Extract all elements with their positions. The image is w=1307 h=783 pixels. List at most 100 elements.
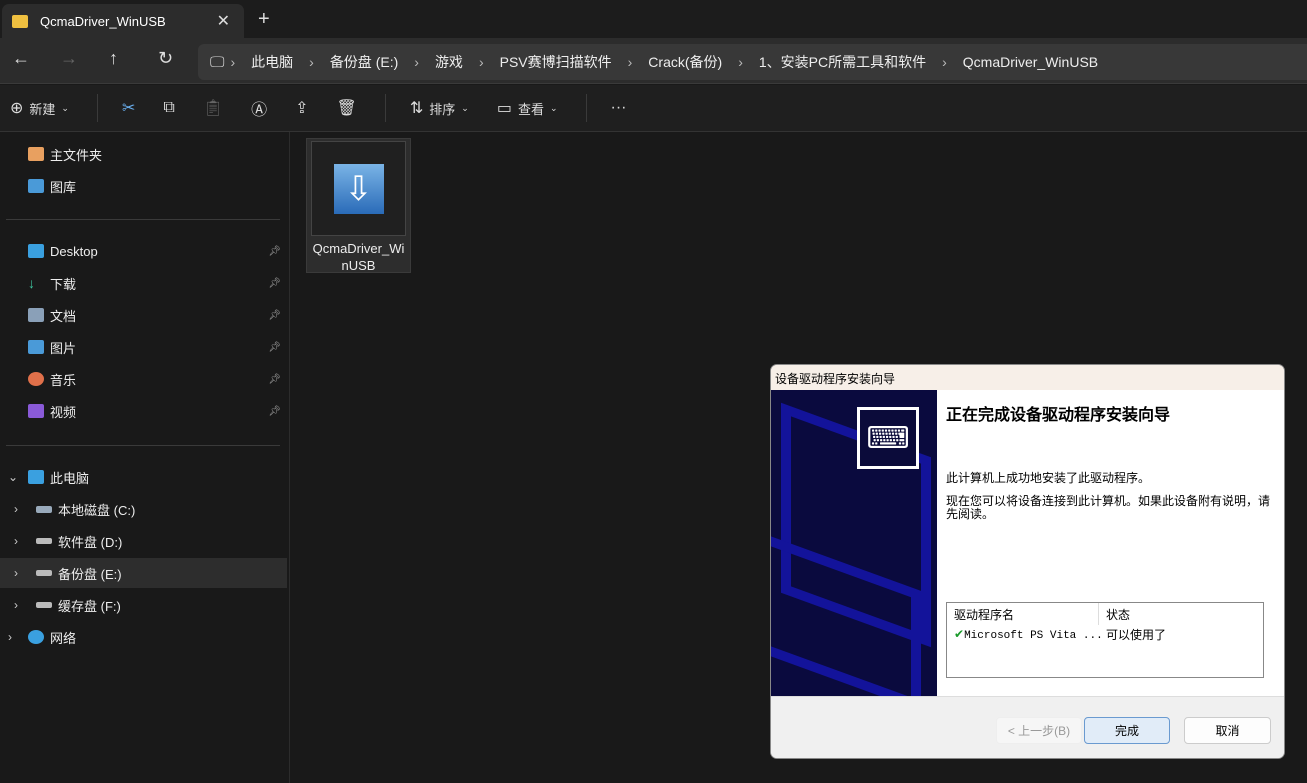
dialog-message: 此计算机上成功地安装了此驱动程序。 <box>946 471 1151 485</box>
table-row[interactable]: ✔Microsoft PS Vita ... 可以使用了 <box>947 625 1263 643</box>
copy-icon: ⧉ <box>163 99 175 116</box>
more-button[interactable]: ··· <box>611 99 627 117</box>
label: 本地磁盘 (C:) <box>58 502 136 518</box>
rename-button[interactable]: Ⓐ <box>251 96 267 120</box>
sidebar-item-drive-e[interactable]: › 备份盘 (E:) <box>0 558 287 588</box>
home-icon <box>28 147 44 161</box>
sidebar-item-downloads[interactable]: ↓ 下载 📌︎ <box>0 268 287 298</box>
gallery-icon <box>28 179 44 193</box>
forward-button[interactable]: → <box>60 48 78 69</box>
close-tab-button[interactable]: ✕ <box>217 11 230 31</box>
sort-icon: ⇅ <box>409 100 424 117</box>
dialog-title: 设备驱动程序安装向导 <box>771 365 1284 390</box>
drive-icon <box>36 602 52 608</box>
network-icon <box>28 630 44 644</box>
driver-wizard-dialog: 设备驱动程序安装向导 ⌨ 正在完成设备驱动程序安装向导 此计算机上成功地安装了此… <box>770 364 1285 759</box>
drive-icon <box>36 538 52 544</box>
pin-icon: 📌︎ <box>268 405 281 417</box>
view-button[interactable]: ▭ 查看 ⌄ <box>497 98 558 118</box>
breadcrumb-item[interactable]: 游戏 <box>425 52 473 72</box>
address-bar[interactable]: 🖵 › 此电脑 › 备份盘 (E:) › 游戏 › PSV赛博扫描软件 › Crack(备… <box>198 44 1307 80</box>
label: 图片 <box>50 340 77 356</box>
driver-status: 可以使用了 <box>1106 627 1167 642</box>
sidebar-item-desktop[interactable]: Desktop 📌︎ <box>0 236 287 266</box>
breadcrumb-item[interactable]: PSV赛博扫描软件 <box>490 52 622 72</box>
paste-button[interactable]: 📋︎ <box>203 98 223 118</box>
breadcrumb-item[interactable]: Crack(备份) <box>638 52 732 72</box>
pin-icon: 📌︎ <box>268 277 281 289</box>
sidebar-item-network[interactable]: › 网络 <box>0 622 287 652</box>
sidebar-item-music[interactable]: 音乐 📌︎ <box>0 364 287 394</box>
tab-bar: QcmaDriver_WinUSB ✕ + <box>0 0 1307 38</box>
sidebar-item-drive-c[interactable]: › 本地磁盘 (C:) <box>0 494 287 524</box>
chevron-right-icon[interactable]: › <box>14 566 18 580</box>
hardware-icon: ⌨ <box>857 407 919 469</box>
cancel-button[interactable]: 取消 <box>1184 717 1271 744</box>
sort-label: 排序 <box>429 101 456 117</box>
file-item[interactable]: ⇩ QcmaDriver_WinUSB <box>306 138 411 273</box>
trash-icon: 🗑︎ <box>336 100 357 117</box>
chevron-right-icon[interactable]: › <box>8 630 12 644</box>
sidebar-item-home[interactable]: 主文件夹 <box>0 139 287 169</box>
label: 网络 <box>50 630 77 646</box>
delete-button[interactable]: 🗑︎ <box>337 98 357 118</box>
tab-active[interactable]: QcmaDriver_WinUSB ✕ <box>2 4 244 38</box>
pictures-icon <box>28 340 44 354</box>
copy-button[interactable]: ⧉ <box>163 99 174 117</box>
breadcrumb-item[interactable]: QcmaDriver_WinUSB <box>953 54 1108 70</box>
breadcrumb-item[interactable]: 此电脑 <box>241 52 303 72</box>
sidebar-item-documents[interactable]: 文档 📌︎ <box>0 300 287 330</box>
back-button[interactable]: ← <box>12 48 30 69</box>
chevron-right-icon[interactable]: › <box>14 598 18 612</box>
sidebar-item-gallery[interactable]: 图库 <box>0 171 287 201</box>
label: 软件盘 (D:) <box>58 534 123 550</box>
folder-icon <box>12 14 28 28</box>
sidebar-item-drive-d[interactable]: › 软件盘 (D:) <box>0 526 287 556</box>
share-button[interactable]: ⇪ <box>295 98 308 118</box>
new-label: 新建 <box>29 101 56 117</box>
sort-button[interactable]: ⇅ 排序 ⌄ <box>410 98 469 118</box>
column-header-status: 状态 <box>1106 607 1131 622</box>
pin-icon: 📌︎ <box>268 245 281 257</box>
driver-list: 驱动程序名 状态 ✔Microsoft PS Vita ... 可以使用了 <box>946 602 1264 678</box>
new-tab-button[interactable]: + <box>258 8 270 31</box>
view-label: 查看 <box>517 101 544 117</box>
label: 主文件夹 <box>50 147 103 163</box>
refresh-button[interactable]: ↻ <box>158 48 173 69</box>
scissors-icon: ✂ <box>121 100 136 117</box>
music-icon <box>28 372 44 386</box>
new-button[interactable]: ⊕ 新建 ⌄ <box>10 98 69 118</box>
command-bar: ⊕ 新建 ⌄ ✂ ⧉ 📋︎ Ⓐ ⇪ 🗑︎ ⇅ 排序 ⌄ ▭ 查看 ⌄ ··· <box>0 85 1307 132</box>
clipboard-icon: 📋︎ <box>202 100 224 117</box>
pc-icon <box>28 470 44 484</box>
video-icon <box>28 404 44 418</box>
share-icon: ⇪ <box>295 100 309 117</box>
dialog-heading: 正在完成设备驱动程序安装向导 <box>946 407 1171 424</box>
chevron-down-icon[interactable]: ⌄ <box>8 470 18 484</box>
checkmark-icon: ✔ <box>954 626 965 641</box>
cut-button[interactable]: ✂ <box>122 98 135 118</box>
chevron-right-icon[interactable]: › <box>14 502 18 516</box>
rename-icon: Ⓐ <box>251 102 268 119</box>
label: 备份盘 (E:) <box>58 566 122 582</box>
sidebar-item-this-pc[interactable]: ⌄ 此电脑 <box>0 462 287 492</box>
document-icon <box>28 308 44 322</box>
sidebar-item-drive-f[interactable]: › 缓存盘 (F:) <box>0 590 287 620</box>
up-button[interactable]: ↑ <box>109 48 118 69</box>
finish-button[interactable]: 完成 <box>1084 717 1170 744</box>
plus-circle-icon: ⊕ <box>10 100 24 117</box>
wizard-banner: ⌨ <box>771 390 937 696</box>
breadcrumb-item[interactable]: 备份盘 (E:) <box>320 52 408 72</box>
address-row: ← → ↑ ↻ 🖵 › 此电脑 › 备份盘 (E:) › 游戏 › PSV赛博扫描软件 … <box>0 38 1307 84</box>
chevron-right-icon[interactable]: › <box>14 534 18 548</box>
back-button[interactable]: < 上一步(B) <box>996 717 1082 744</box>
pin-icon: 📌︎ <box>268 341 281 353</box>
desktop-icon <box>28 244 44 258</box>
sidebar-item-videos[interactable]: 视频 📌︎ <box>0 396 287 426</box>
label: 音乐 <box>50 372 77 388</box>
sidebar-item-pictures[interactable]: 图片 📌︎ <box>0 332 287 362</box>
breadcrumb-item[interactable]: 1、安装PC所需工具和软件 <box>749 52 936 72</box>
label: 文档 <box>50 308 77 324</box>
drive-icon <box>36 570 52 576</box>
label: 视频 <box>50 404 77 420</box>
